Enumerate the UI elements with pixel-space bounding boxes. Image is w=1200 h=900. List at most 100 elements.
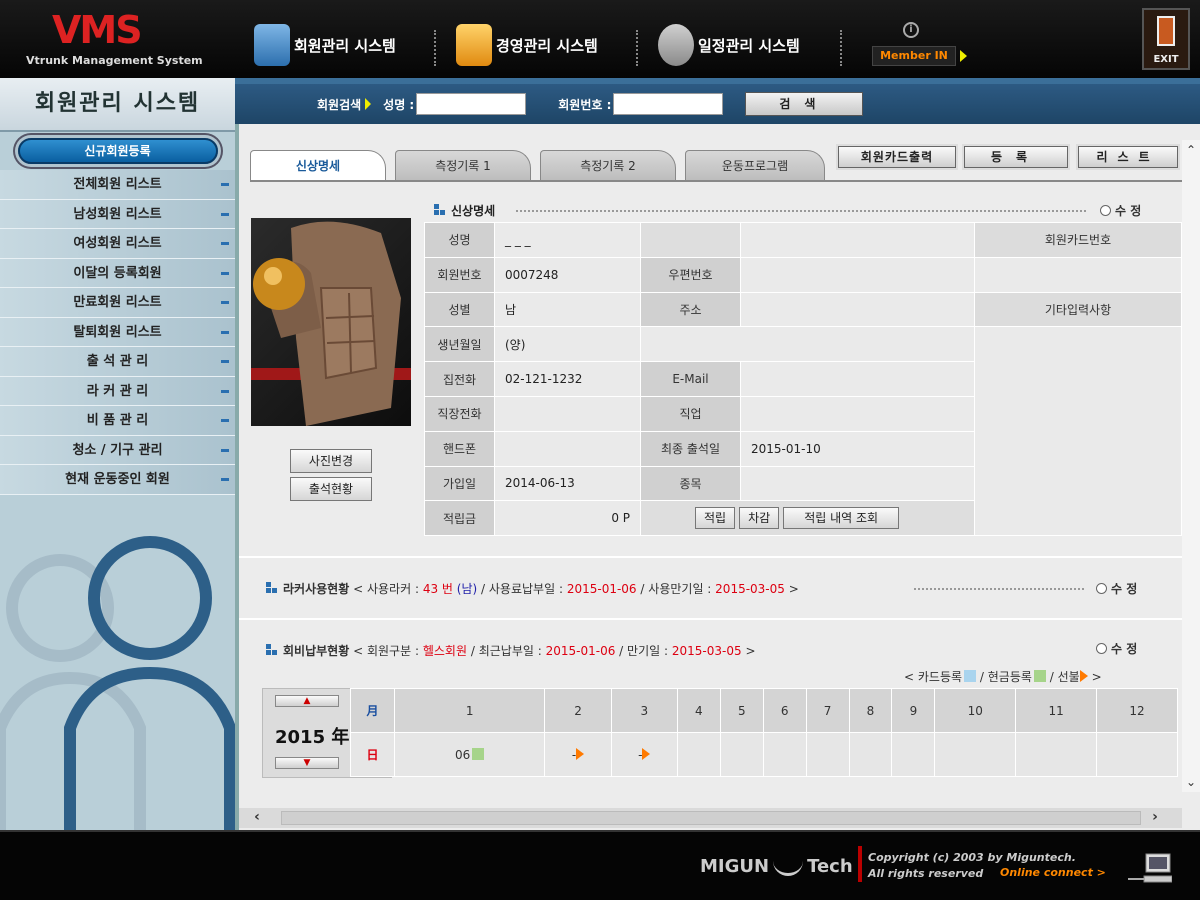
zip-value[interactable] bbox=[740, 256, 975, 293]
locker-edit-radio[interactable]: 수 정 bbox=[1096, 580, 1137, 597]
day-cell[interactable]: - bbox=[610, 732, 678, 777]
day-cell[interactable] bbox=[891, 732, 936, 777]
fee-edit-radio[interactable]: 수 정 bbox=[1096, 640, 1137, 657]
nav-schedule-system[interactable]: 일정관리 시스템 bbox=[658, 20, 800, 70]
sidebar-item-attendance[interactable]: 출 석 관 리 bbox=[0, 347, 235, 377]
sidebar-item-supplies[interactable]: 비 품 관 리 bbox=[0, 406, 235, 436]
join-date-label: 가입일 bbox=[424, 465, 495, 502]
day-cell[interactable] bbox=[1015, 732, 1098, 777]
scroll-up-icon[interactable]: ⌃ bbox=[1185, 144, 1197, 156]
photo-change-button[interactable]: 사진변경 bbox=[290, 449, 372, 473]
email-value[interactable] bbox=[740, 361, 975, 397]
scroll-down-icon[interactable]: ⌄ bbox=[1185, 776, 1197, 788]
section-blocks-icon bbox=[434, 204, 448, 216]
year-up-button[interactable]: ▲ bbox=[275, 695, 339, 707]
horizontal-scrollbar[interactable]: ‹ › bbox=[239, 808, 1182, 828]
register-button[interactable]: 등록 bbox=[964, 146, 1068, 168]
scroll-left-icon[interactable]: ‹ bbox=[249, 809, 265, 825]
profile-section-title: 신상명세 bbox=[434, 202, 495, 219]
month-cell: 4 bbox=[676, 688, 721, 733]
number-search-input[interactable] bbox=[613, 93, 724, 115]
tab-measurement-2[interactable]: 측정기록 2 bbox=[540, 150, 676, 180]
day-cell[interactable] bbox=[719, 732, 764, 777]
sidebar-title: 회원관리 시스템 bbox=[0, 78, 235, 132]
list-button[interactable]: 리스트 bbox=[1078, 146, 1178, 168]
month-cell: 9 bbox=[891, 688, 936, 733]
table-row: 日 06 - - bbox=[350, 732, 1178, 777]
birth-value[interactable]: (양) bbox=[494, 326, 641, 363]
job-value[interactable] bbox=[740, 395, 975, 432]
sidebar-item-exercising-now[interactable]: 현재 운동중인 회원 bbox=[0, 465, 235, 495]
sidebar-item-withdrawn-members[interactable]: 탈퇴회원 리스트 bbox=[0, 317, 235, 347]
profile-edit-radio[interactable]: 수 정 bbox=[1100, 202, 1141, 219]
address-detail-value[interactable] bbox=[640, 326, 975, 363]
member-in-arrow-icon bbox=[960, 50, 967, 62]
member-in-button[interactable]: Member IN bbox=[872, 46, 956, 66]
name-search-input[interactable] bbox=[416, 93, 527, 115]
new-member-button[interactable]: 신규회원등록 bbox=[17, 138, 218, 164]
day-cell[interactable] bbox=[1096, 732, 1178, 777]
attendance-status-button[interactable]: 출석현황 bbox=[290, 477, 372, 501]
gender-value[interactable]: 남 bbox=[494, 291, 641, 328]
exit-label: EXIT bbox=[1153, 54, 1179, 65]
extra-info-value[interactable] bbox=[974, 326, 1182, 537]
company-logo-left: MIGUN bbox=[700, 856, 770, 877]
day-cell[interactable]: 06 bbox=[393, 732, 546, 777]
info-icon[interactable]: i bbox=[903, 22, 919, 38]
card-number-value[interactable] bbox=[974, 256, 1182, 293]
last-attendance-value: 2015-01-10 bbox=[740, 430, 975, 467]
member-photo bbox=[251, 218, 411, 426]
tab-measurement-1[interactable]: 측정기록 1 bbox=[395, 150, 531, 180]
prepaid-arrow-icon bbox=[642, 747, 651, 760]
name-value[interactable]: _ _ _ bbox=[494, 222, 641, 258]
sidebar-item-locker[interactable]: 라 커 관 리 bbox=[0, 376, 235, 406]
member-id-value[interactable]: 0007248 bbox=[494, 256, 641, 293]
deduct-points-button[interactable]: 차감 bbox=[739, 507, 780, 530]
sidebar-item-cleaning-equipment[interactable]: 청소 / 기구 관리 bbox=[0, 435, 235, 465]
tab-exercise-program[interactable]: 운동프로그램 bbox=[685, 150, 825, 180]
join-date-value[interactable]: 2014-06-13 bbox=[494, 465, 641, 502]
print-card-button[interactable]: 회원카드출력 bbox=[838, 146, 956, 168]
logo-mark: VMS bbox=[52, 8, 143, 52]
radio-icon bbox=[1096, 643, 1107, 654]
sidebar-item-all-members[interactable]: 전체회원 리스트 bbox=[0, 170, 235, 200]
search-button[interactable]: 검색 bbox=[745, 92, 864, 116]
online-connect-link[interactable]: Online connect > bbox=[1000, 866, 1106, 879]
job-label: 직업 bbox=[640, 395, 741, 432]
address-value[interactable] bbox=[740, 291, 975, 328]
day-cell[interactable] bbox=[762, 732, 807, 777]
sidebar-item-expired-members[interactable]: 만료회원 리스트 bbox=[0, 288, 235, 318]
scroll-right-icon[interactable]: › bbox=[1147, 809, 1163, 825]
year-down-button[interactable]: ▼ bbox=[275, 757, 339, 769]
day-cell[interactable] bbox=[805, 732, 850, 777]
door-icon bbox=[1157, 16, 1175, 46]
mobile-value[interactable] bbox=[494, 430, 641, 467]
day-cell[interactable] bbox=[934, 732, 1017, 777]
sport-type-value[interactable] bbox=[740, 465, 975, 502]
locker-open-bracket: < bbox=[353, 582, 364, 596]
home-phone-value[interactable]: 02-121-1232 bbox=[494, 361, 641, 397]
add-points-button[interactable]: 적립 bbox=[695, 507, 736, 530]
nav-business-system-label: 경영관리 시스템 bbox=[496, 36, 598, 55]
sidebar-item-monthly-registered[interactable]: 이달의 등록회원 bbox=[0, 258, 235, 288]
exit-button[interactable]: EXIT bbox=[1142, 8, 1190, 70]
legend-separator: / bbox=[979, 670, 984, 684]
day-cell[interactable] bbox=[848, 732, 893, 777]
locker-pay-label: 사용료납부일 : bbox=[488, 582, 563, 596]
day-cell[interactable] bbox=[676, 732, 721, 777]
fee-expire-label: 만기일 : bbox=[627, 644, 669, 658]
horizontal-scroll-thumb[interactable] bbox=[281, 811, 1141, 825]
vertical-scrollbar[interactable]: ⌃ ⌄ bbox=[1182, 140, 1200, 792]
day-cell[interactable]: - bbox=[544, 732, 612, 777]
tab-profile[interactable]: 신상명세 bbox=[250, 150, 386, 182]
locker-expire-date: 2015-03-05 bbox=[715, 582, 785, 596]
work-phone-value[interactable] bbox=[494, 395, 641, 432]
new-member-wrap: 신규회원등록 bbox=[0, 132, 235, 170]
points-history-button[interactable]: 적립 내역 조회 bbox=[783, 507, 900, 530]
nav-business-system[interactable]: 경영관리 시스템 bbox=[456, 20, 598, 70]
fee-close-bracket: > bbox=[745, 644, 756, 658]
nav-member-system[interactable]: 회원관리 시스템 bbox=[254, 20, 396, 70]
sidebar-item-male-members[interactable]: 남성회원 리스트 bbox=[0, 199, 235, 229]
payment-legend: < 카드등록 / 현금등록 / 선불 > bbox=[904, 668, 1102, 685]
sidebar-item-female-members[interactable]: 여성회원 리스트 bbox=[0, 229, 235, 259]
